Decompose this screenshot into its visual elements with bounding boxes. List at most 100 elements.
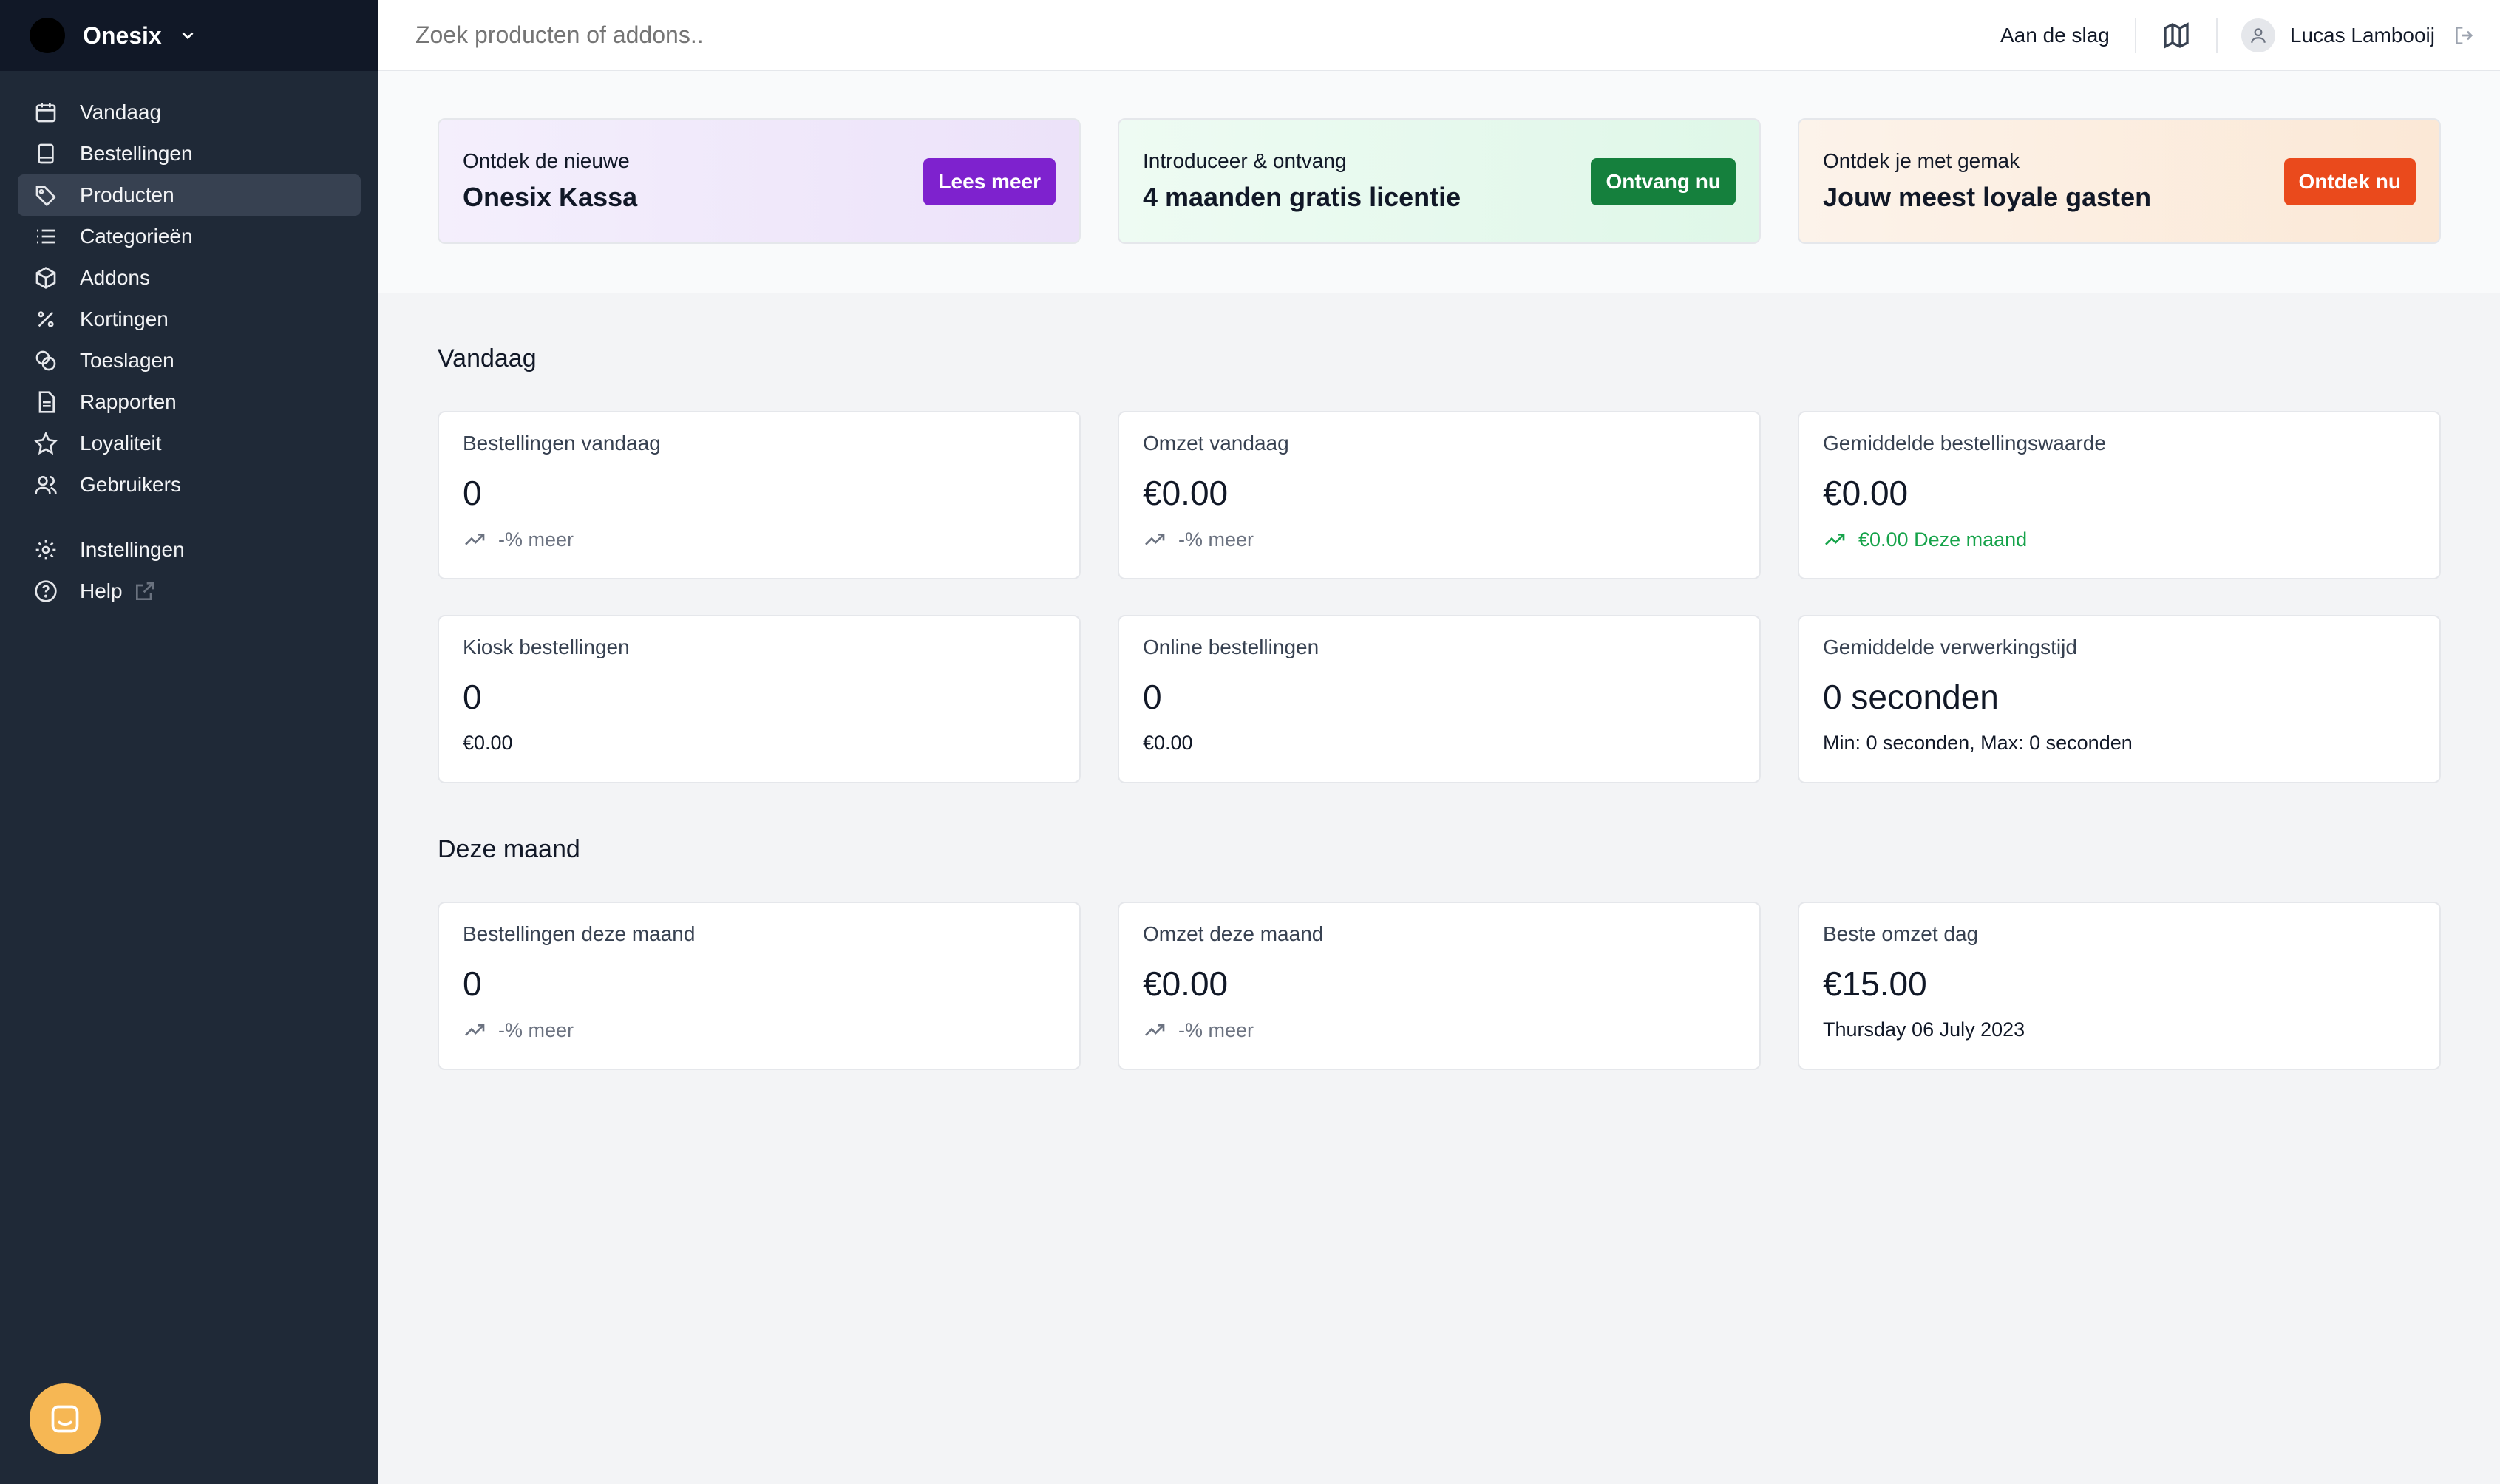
getting-started-link[interactable]: Aan de slag (2000, 24, 2110, 47)
sidebar: Onesix Vandaag Bestellingen Producten Ca… (0, 0, 378, 1484)
stat-trend-text: -% meer (1178, 1018, 1254, 1041)
stat-trend-text: -% meer (498, 1018, 574, 1041)
app-root: Onesix Vandaag Bestellingen Producten Ca… (0, 0, 2500, 1484)
promo-card-loyaliteit: Ontdek je met gemak Jouw meest loyale ga… (1798, 118, 2441, 244)
sidebar-item-loyaliteit[interactable]: Loyaliteit (18, 423, 361, 464)
workspace-switcher[interactable]: Onesix (0, 0, 378, 71)
stat-label: Bestellingen vandaag (463, 432, 661, 455)
trending-up-icon (465, 534, 485, 545)
promo-card-licentie: Introduceer & ontvang 4 maanden gratis l… (1118, 118, 1761, 244)
stat-label: Omzet vandaag (1143, 432, 1289, 455)
stat-label: Beste omzet dag (1823, 922, 1979, 945)
sidebar-item-vandaag[interactable]: Vandaag (18, 92, 361, 133)
stat-card-orders-today: Bestellingen vandaag 0 -% meer (438, 411, 1081, 579)
stat-label: Omzet deze maand (1143, 922, 1324, 945)
sidebar-item-label: Vandaag (80, 101, 162, 123)
map-icon[interactable] (2161, 21, 2191, 50)
percent-icon (34, 307, 58, 331)
sidebar-item-label: Producten (80, 183, 174, 206)
sidebar-item-categorieen[interactable]: Categorieën (18, 216, 361, 257)
sidebar-item-label: Loyaliteit (80, 432, 162, 455)
user-name: Lucas Lambooij (2289, 23, 2435, 47)
chevron-down-icon (182, 32, 194, 40)
section-title-today: Vandaag (438, 344, 537, 372)
trending-up-icon (465, 1024, 485, 1036)
divider (2215, 17, 2218, 53)
brand-name: Onesix (83, 21, 162, 49)
chat-icon (51, 1405, 79, 1433)
sidebar-nav: Vandaag Bestellingen Producten Categorie… (0, 92, 378, 612)
sidebar-item-producten[interactable]: Producten (18, 174, 361, 216)
stat-card-revenue-today: Omzet vandaag €0.00 -% meer (1118, 411, 1761, 579)
receipt-icon (34, 142, 58, 166)
stat-trend: -% meer (463, 1018, 1056, 1042)
stat-value: 0 (463, 678, 482, 716)
sidebar-item-kortingen[interactable]: Kortingen (18, 299, 361, 340)
trending-up-icon (1145, 1024, 1165, 1036)
sidebar-item-label: Help (80, 579, 123, 602)
tag-icon (34, 183, 58, 207)
coins-icon (34, 349, 58, 372)
users-icon (34, 473, 58, 497)
stat-card-revenue-month: Omzet deze maand €0.00 -% meer (1118, 902, 1761, 1070)
stat-trend: €0.00 Deze maand (1823, 528, 2416, 551)
stat-value: €15.00 (1823, 964, 1927, 1003)
stat-value: 0 seconden (1823, 678, 1999, 716)
list-icon (34, 225, 58, 248)
search-input[interactable] (414, 21, 1452, 50)
stat-value: €0.00 (1143, 474, 1229, 512)
stat-value: €0.00 (1823, 474, 1909, 512)
external-link-icon (135, 582, 154, 600)
top-actions: Aan de slag Lucas Lambooij (2000, 0, 2500, 71)
stat-card-online-orders: Online bestellingen 0 €0.00 (1118, 615, 1761, 783)
stat-label: Kiosk bestellingen (463, 636, 630, 658)
sidebar-item-instellingen[interactable]: Instellingen (18, 529, 361, 571)
stat-trend: -% meer (1143, 1018, 1736, 1042)
sidebar-item-label: Gebruikers (80, 473, 181, 496)
nav-divider (0, 506, 378, 529)
sidebar-item-bestellingen[interactable]: Bestellingen (18, 133, 361, 174)
logout-icon[interactable] (2453, 24, 2476, 47)
stat-card-avg-order-value: Gemiddelde bestellingswaarde €0.00 €0.00… (1798, 411, 2441, 579)
stat-label: Gemiddelde verwerkingstijd (1823, 636, 2077, 658)
sidebar-item-label: Instellingen (80, 538, 185, 561)
promo-card-kassa: Ontdek de nieuwe Onesix Kassa Lees meer (438, 118, 1081, 244)
promo-banner-area: Ontdek de nieuwe Onesix Kassa Lees meer … (378, 71, 2500, 293)
sidebar-item-gebruikers[interactable]: Gebruikers (18, 464, 361, 506)
stat-trend: -% meer (1143, 528, 1736, 551)
calendar-icon (34, 101, 58, 124)
stat-subtext: €0.00 (1143, 732, 1193, 754)
sidebar-item-label: Toeslagen (80, 349, 174, 372)
sidebar-item-help[interactable]: Help (18, 571, 361, 612)
sidebar-item-addons[interactable]: Addons (18, 257, 361, 299)
stat-trend-text: -% meer (1178, 528, 1254, 551)
cube-icon (34, 266, 58, 290)
sidebar-item-toeslagen[interactable]: Toeslagen (18, 340, 361, 381)
stat-trend-text: -% meer (498, 528, 574, 551)
stat-label: Bestellingen deze maand (463, 922, 696, 945)
stat-trend: -% meer (463, 528, 1056, 551)
sidebar-item-rapporten[interactable]: Rapporten (18, 381, 361, 423)
stat-subtext: €0.00 (463, 732, 513, 754)
user-menu[interactable]: Lucas Lambooij (2241, 18, 2435, 52)
star-icon (34, 432, 58, 455)
chat-launcher-button[interactable] (30, 1383, 101, 1454)
trending-up-icon (1825, 534, 1845, 545)
top-bar: Aan de slag Lucas Lambooij (378, 0, 2500, 71)
lees-meer-button[interactable]: Lees meer (923, 158, 1056, 205)
stat-label: Gemiddelde bestellingswaarde (1823, 432, 2106, 455)
stat-subtext: Thursday 06 July 2023 (1823, 1018, 2025, 1041)
divider (2134, 17, 2136, 53)
brand-logo (30, 18, 65, 53)
trending-up-icon (1145, 534, 1165, 545)
ontdek-nu-button[interactable]: Ontdek nu (2283, 158, 2416, 205)
stat-card-orders-month: Bestellingen deze maand 0 -% meer (438, 902, 1081, 1070)
stat-value: 0 (1143, 678, 1162, 716)
stat-value: €0.00 (1143, 964, 1229, 1003)
stat-card-kiosk-orders: Kiosk bestellingen 0 €0.00 (438, 615, 1081, 783)
help-icon (34, 579, 58, 603)
sidebar-item-label: Categorieën (80, 225, 193, 248)
stat-trend-text: €0.00 Deze maand (1858, 528, 2028, 551)
user-icon (2251, 27, 2266, 43)
ontvang-nu-button[interactable]: Ontvang nu (1591, 158, 1736, 205)
